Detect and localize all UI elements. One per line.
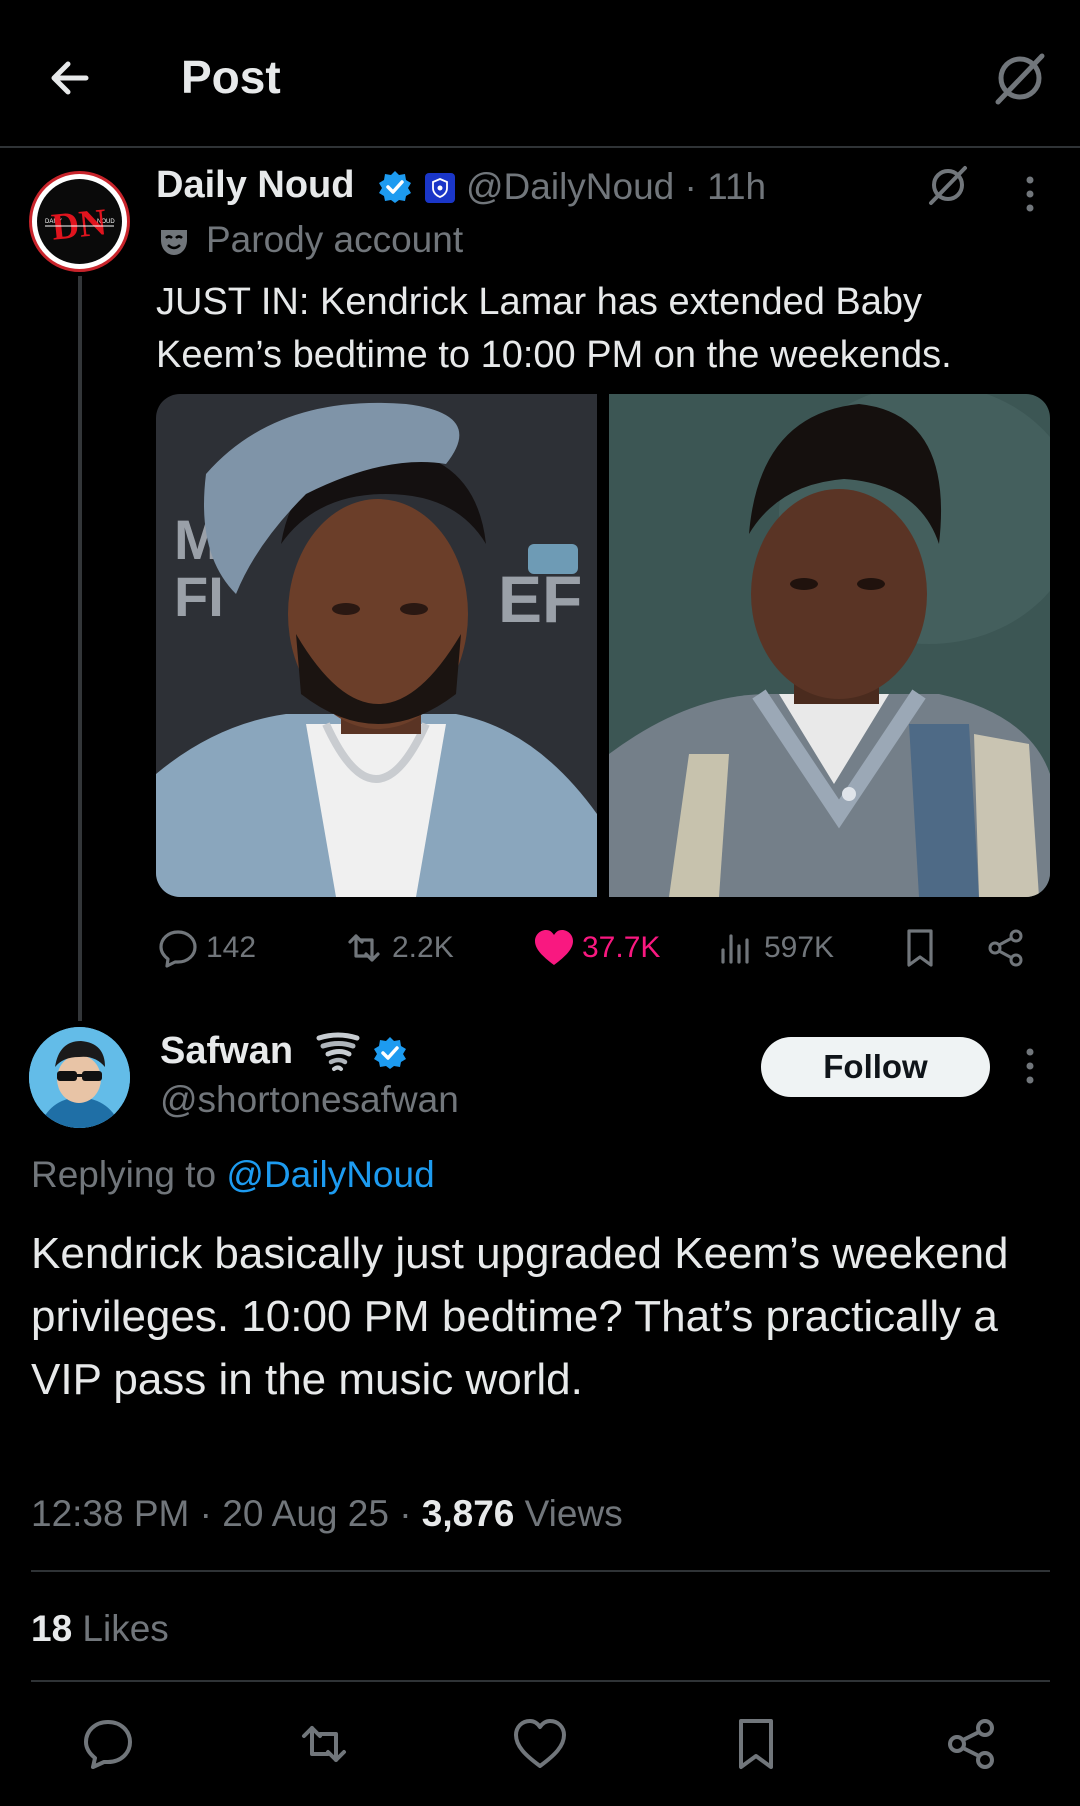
replying-to-prefix: Replying to bbox=[31, 1154, 227, 1195]
reply-like-count: 18 bbox=[31, 1608, 73, 1649]
baby-keem-photo bbox=[609, 394, 1050, 897]
reply-count: 142 bbox=[206, 931, 257, 964]
thread-connector-line bbox=[78, 276, 82, 1021]
like-button[interactable]: 37.7K bbox=[532, 922, 660, 974]
grok-icon bbox=[995, 53, 1045, 105]
reply-action-bar bbox=[0, 1714, 1080, 1774]
post-author-name[interactable]: Daily Noud bbox=[156, 164, 354, 207]
reply-button[interactable] bbox=[78, 1714, 138, 1774]
post-media-grid[interactable]: M FI EF bbox=[156, 394, 1050, 897]
reply-author-name[interactable]: Safwan bbox=[160, 1030, 293, 1073]
replying-to-mention-link[interactable]: @DailyNoud bbox=[226, 1154, 434, 1195]
repost-button[interactable] bbox=[294, 1714, 354, 1774]
grok-button[interactable] bbox=[990, 48, 1050, 108]
reply-text: Kendrick basically just upgraded Keem’s … bbox=[31, 1229, 1009, 1404]
safwan-avatar-image bbox=[29, 1027, 130, 1128]
repost-icon bbox=[348, 934, 380, 962]
replying-to-line: Replying to @DailyNoud bbox=[31, 1154, 435, 1196]
divider bbox=[31, 1680, 1050, 1682]
avatar[interactable] bbox=[29, 1027, 130, 1128]
bookmark-icon bbox=[739, 1719, 773, 1769]
reply-icon bbox=[159, 930, 197, 968]
post-handle-time: @DailyNoud · 11h bbox=[466, 166, 767, 207]
divider bbox=[31, 1570, 1050, 1572]
bookmark-icon bbox=[907, 929, 933, 967]
page-title: Post bbox=[181, 51, 281, 103]
reply-icon bbox=[84, 1720, 132, 1769]
kendrick-photo: M FI EF bbox=[156, 394, 597, 897]
reply-meta-line: 12:38 PM · 20 Aug 25 · 3,876 Views bbox=[31, 1493, 623, 1535]
repost-icon bbox=[302, 1726, 346, 1762]
reply-view-count: 3,876 bbox=[421, 1493, 515, 1534]
follow-button[interactable]: Follow bbox=[761, 1037, 990, 1097]
post-action-bar: 142 2.2K 37.7K 597K bbox=[156, 922, 1050, 974]
reply-views-label: Views bbox=[514, 1493, 623, 1534]
affiliate-badge-icon bbox=[425, 173, 455, 203]
reply-likes-label: Likes bbox=[72, 1608, 169, 1649]
verified-badge-icon bbox=[379, 171, 411, 203]
post-more-button[interactable] bbox=[1018, 172, 1042, 216]
avatar[interactable]: DAILY NOUD DN bbox=[29, 171, 130, 272]
grok-icon bbox=[929, 166, 967, 205]
post-image-baby-keem[interactable] bbox=[609, 394, 1050, 897]
bookmark-button[interactable] bbox=[726, 1714, 786, 1774]
views-button[interactable]: 597K bbox=[714, 922, 834, 974]
repost-count: 2.2K bbox=[392, 931, 454, 964]
daily-noud-logo: DAILY NOUD DN bbox=[45, 201, 115, 249]
repost-button[interactable]: 2.2K bbox=[342, 922, 454, 974]
reply-button[interactable]: 142 bbox=[156, 922, 256, 974]
tornado-emoji-icon bbox=[316, 1032, 360, 1071]
heart-filled-icon bbox=[535, 930, 573, 965]
back-button[interactable] bbox=[40, 48, 100, 108]
share-button[interactable] bbox=[984, 922, 1028, 974]
post-image-kendrick[interactable]: M FI EF bbox=[156, 394, 597, 897]
svg-text:DN: DN bbox=[50, 201, 109, 249]
reply-timestamp: 12:38 PM · 20 Aug 25 · bbox=[31, 1493, 422, 1534]
post-text: JUST IN: Kendrick Lamar has extended Bab… bbox=[156, 281, 952, 376]
top-bar: Post bbox=[0, 0, 1080, 148]
view-count: 597K bbox=[764, 931, 835, 964]
share-icon bbox=[988, 929, 1023, 967]
more-vertical-icon bbox=[1026, 1048, 1034, 1084]
arrow-left-icon bbox=[51, 61, 89, 95]
bookmark-button[interactable] bbox=[898, 922, 942, 974]
parody-mask-icon bbox=[161, 230, 187, 255]
svg-text:FI: FI bbox=[174, 565, 224, 628]
verified-badge-icon bbox=[374, 1037, 406, 1069]
parody-account-label: Parody account bbox=[206, 219, 464, 260]
heart-icon bbox=[514, 1719, 566, 1768]
like-count: 37.7K bbox=[582, 931, 661, 964]
analytics-bars-icon bbox=[721, 934, 749, 964]
share-button[interactable] bbox=[942, 1714, 1002, 1774]
grok-post-button[interactable] bbox=[925, 162, 971, 208]
reply-handle: @shortonesafwan bbox=[160, 1079, 459, 1120]
reply-more-button[interactable] bbox=[1018, 1044, 1042, 1088]
more-vertical-icon bbox=[1026, 176, 1034, 212]
like-button[interactable] bbox=[510, 1714, 570, 1774]
avatar-logo-background: DAILY NOUD DN bbox=[37, 179, 122, 264]
share-icon bbox=[948, 1719, 994, 1769]
likes-summary-link[interactable]: 18 Likes bbox=[31, 1608, 169, 1650]
